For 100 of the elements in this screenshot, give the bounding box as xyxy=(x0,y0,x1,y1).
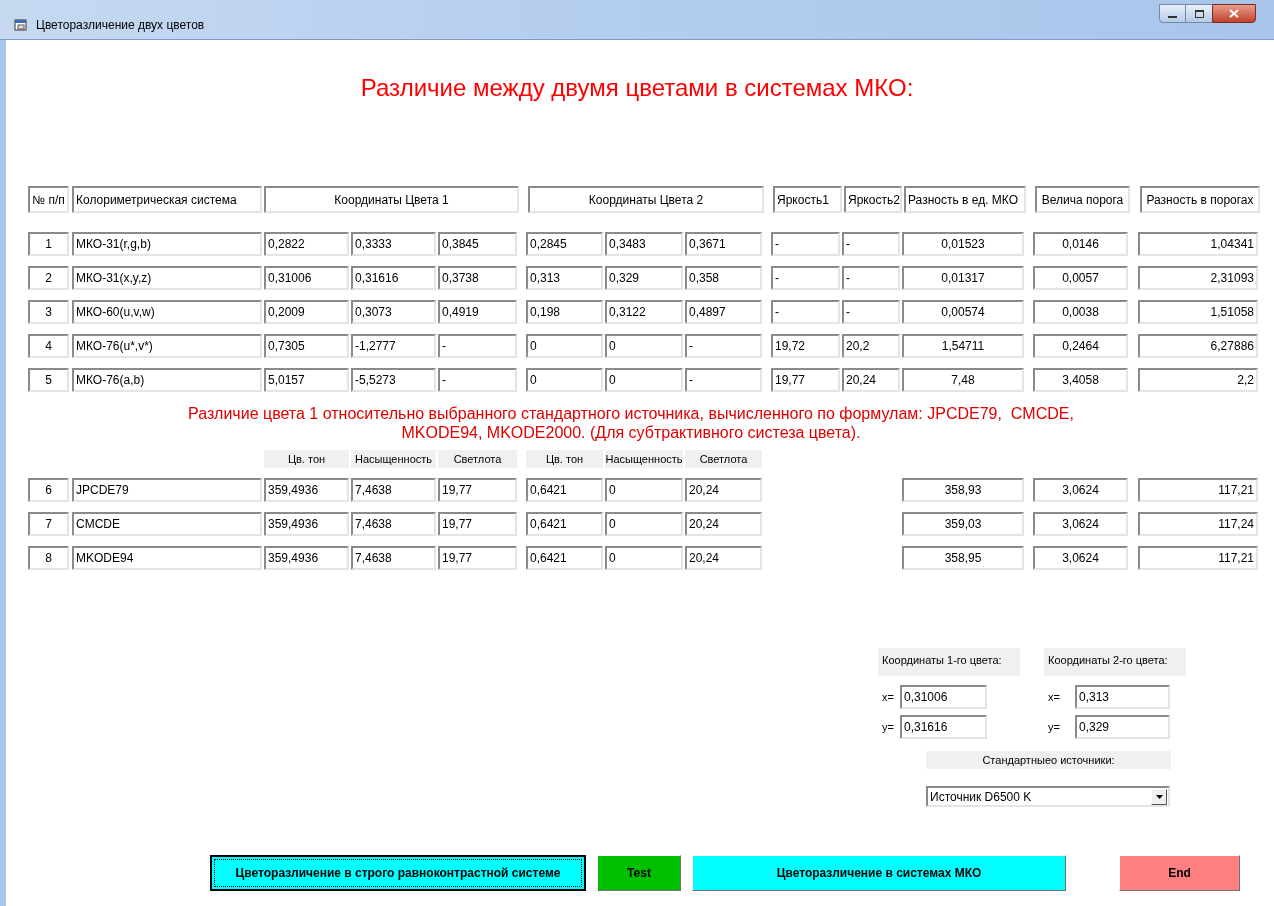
value-field[interactable]: 1,54711 xyxy=(902,334,1024,358)
value-field[interactable]: 117,21 xyxy=(1138,546,1258,570)
value-field[interactable]: 0,3845 xyxy=(438,232,517,256)
value-field[interactable]: МКО-60(u,v,w) xyxy=(72,300,262,324)
value-field[interactable]: 0,4897 xyxy=(685,300,762,324)
value-field[interactable]: 3,4058 xyxy=(1033,368,1128,392)
value-field[interactable]: -5,5273 xyxy=(351,368,436,392)
value-field[interactable]: 0 xyxy=(605,546,683,570)
value-field[interactable]: - xyxy=(842,266,900,290)
value-field[interactable]: 117,24 xyxy=(1138,512,1258,536)
value-field[interactable]: JPCDE79 xyxy=(72,478,262,502)
value-field[interactable]: 0,01523 xyxy=(902,232,1024,256)
coordinate-field[interactable]: 0,31006 xyxy=(900,685,987,709)
value-field[interactable]: - xyxy=(842,300,900,324)
value-field[interactable]: - xyxy=(842,232,900,256)
value-field[interactable]: 359,4936 xyxy=(264,546,349,570)
value-field[interactable]: 0,2464 xyxy=(1033,334,1128,358)
value-field[interactable]: -1,2777 xyxy=(351,334,436,358)
value-field[interactable]: 0,3122 xyxy=(605,300,683,324)
value-field[interactable]: 0,2822 xyxy=(264,232,349,256)
value-field[interactable]: 0,2009 xyxy=(264,300,349,324)
value-field[interactable]: - xyxy=(771,232,840,256)
value-field[interactable]: 1 xyxy=(28,232,69,256)
value-field[interactable]: МКО-31(r,g,b) xyxy=(72,232,262,256)
value-field[interactable]: 0,358 xyxy=(685,266,762,290)
value-field[interactable]: 0 xyxy=(605,368,683,392)
value-field[interactable]: 0 xyxy=(526,334,603,358)
action-button[interactable]: Цветоразличение в системах МКО xyxy=(692,855,1066,891)
value-field[interactable]: 0,3333 xyxy=(351,232,436,256)
value-field[interactable]: 358,93 xyxy=(902,478,1024,502)
value-field[interactable]: MKODE94 xyxy=(72,546,262,570)
value-field[interactable]: 0,313 xyxy=(526,266,603,290)
value-field[interactable]: 7,4638 xyxy=(351,478,436,502)
value-field[interactable]: 0,00574 xyxy=(902,300,1024,324)
value-field[interactable]: 0,0057 xyxy=(1033,266,1128,290)
value-field[interactable]: 1,04341 xyxy=(1138,232,1258,256)
value-field[interactable]: 0,6421 xyxy=(526,478,603,502)
value-field[interactable]: 359,4936 xyxy=(264,512,349,536)
value-field[interactable]: 359,4936 xyxy=(264,478,349,502)
value-field[interactable]: 0,6421 xyxy=(526,512,603,536)
value-field[interactable]: 2,2 xyxy=(1138,368,1258,392)
minimize-button[interactable] xyxy=(1159,4,1186,23)
value-field[interactable]: 6 xyxy=(28,478,69,502)
value-field[interactable]: 0,3671 xyxy=(685,232,762,256)
source-dropdown[interactable]: Источник D6500 K xyxy=(926,786,1170,807)
value-field[interactable]: 2,31093 xyxy=(1138,266,1258,290)
value-field[interactable]: 0 xyxy=(526,368,603,392)
value-field[interactable]: 19,77 xyxy=(438,512,517,536)
value-field[interactable]: - xyxy=(685,368,762,392)
value-field[interactable]: 0,7305 xyxy=(264,334,349,358)
value-field[interactable]: 3,0624 xyxy=(1033,546,1128,570)
value-field[interactable]: 7 xyxy=(28,512,69,536)
value-field[interactable]: 3 xyxy=(28,300,69,324)
value-field[interactable]: 0,198 xyxy=(526,300,603,324)
value-field[interactable]: 5,0157 xyxy=(264,368,349,392)
value-field[interactable]: 117,21 xyxy=(1138,478,1258,502)
value-field[interactable]: 0 xyxy=(605,478,683,502)
value-field[interactable]: 0,3073 xyxy=(351,300,436,324)
coordinate-field[interactable]: 0,31616 xyxy=(900,715,987,739)
value-field[interactable]: МКО-76(a,b) xyxy=(72,368,262,392)
value-field[interactable]: 0,0038 xyxy=(1033,300,1128,324)
value-field[interactable]: 20,24 xyxy=(685,512,762,536)
action-button[interactable]: Test xyxy=(597,855,681,891)
value-field[interactable]: 0,4919 xyxy=(438,300,517,324)
value-field[interactable]: - xyxy=(685,334,762,358)
value-field[interactable]: 19,77 xyxy=(771,368,840,392)
value-field[interactable]: 20,24 xyxy=(685,478,762,502)
value-field[interactable]: 0,01317 xyxy=(902,266,1024,290)
value-field[interactable]: 0,329 xyxy=(605,266,683,290)
value-field[interactable]: 4 xyxy=(28,334,69,358)
value-field[interactable]: 19,77 xyxy=(438,478,517,502)
value-field[interactable]: 1,51058 xyxy=(1138,300,1258,324)
value-field[interactable]: 20,24 xyxy=(685,546,762,570)
value-field[interactable]: МКО-76(u*,v*) xyxy=(72,334,262,358)
action-button[interactable]: Цветоразличение в строго равноконтрастной системе xyxy=(210,855,586,891)
value-field[interactable]: - xyxy=(438,334,517,358)
value-field[interactable]: 0,3483 xyxy=(605,232,683,256)
value-field[interactable]: 0,6421 xyxy=(526,546,603,570)
value-field[interactable]: 358,95 xyxy=(902,546,1024,570)
value-field[interactable]: 3,0624 xyxy=(1033,478,1128,502)
value-field[interactable]: 19,72 xyxy=(771,334,840,358)
value-field[interactable]: CMCDE xyxy=(72,512,262,536)
value-field[interactable]: 7,4638 xyxy=(351,512,436,536)
value-field[interactable]: 8 xyxy=(28,546,69,570)
value-field[interactable]: 7,4638 xyxy=(351,546,436,570)
value-field[interactable]: 2 xyxy=(28,266,69,290)
value-field[interactable]: МКО-31(x,y,z) xyxy=(72,266,262,290)
value-field[interactable]: - xyxy=(771,300,840,324)
value-field[interactable]: 359,03 xyxy=(902,512,1024,536)
value-field[interactable]: 3,0624 xyxy=(1033,512,1128,536)
coordinate-field[interactable]: 0,313 xyxy=(1075,685,1170,709)
value-field[interactable]: 5 xyxy=(28,368,69,392)
value-field[interactable]: 19,77 xyxy=(438,546,517,570)
value-field[interactable]: 0,31006 xyxy=(264,266,349,290)
value-field[interactable]: 0,0146 xyxy=(1033,232,1128,256)
value-field[interactable]: 0 xyxy=(605,512,683,536)
value-field[interactable]: 20,24 xyxy=(842,368,900,392)
coordinate-field[interactable]: 0,329 xyxy=(1075,715,1170,739)
close-button[interactable] xyxy=(1212,4,1256,23)
value-field[interactable]: - xyxy=(771,266,840,290)
